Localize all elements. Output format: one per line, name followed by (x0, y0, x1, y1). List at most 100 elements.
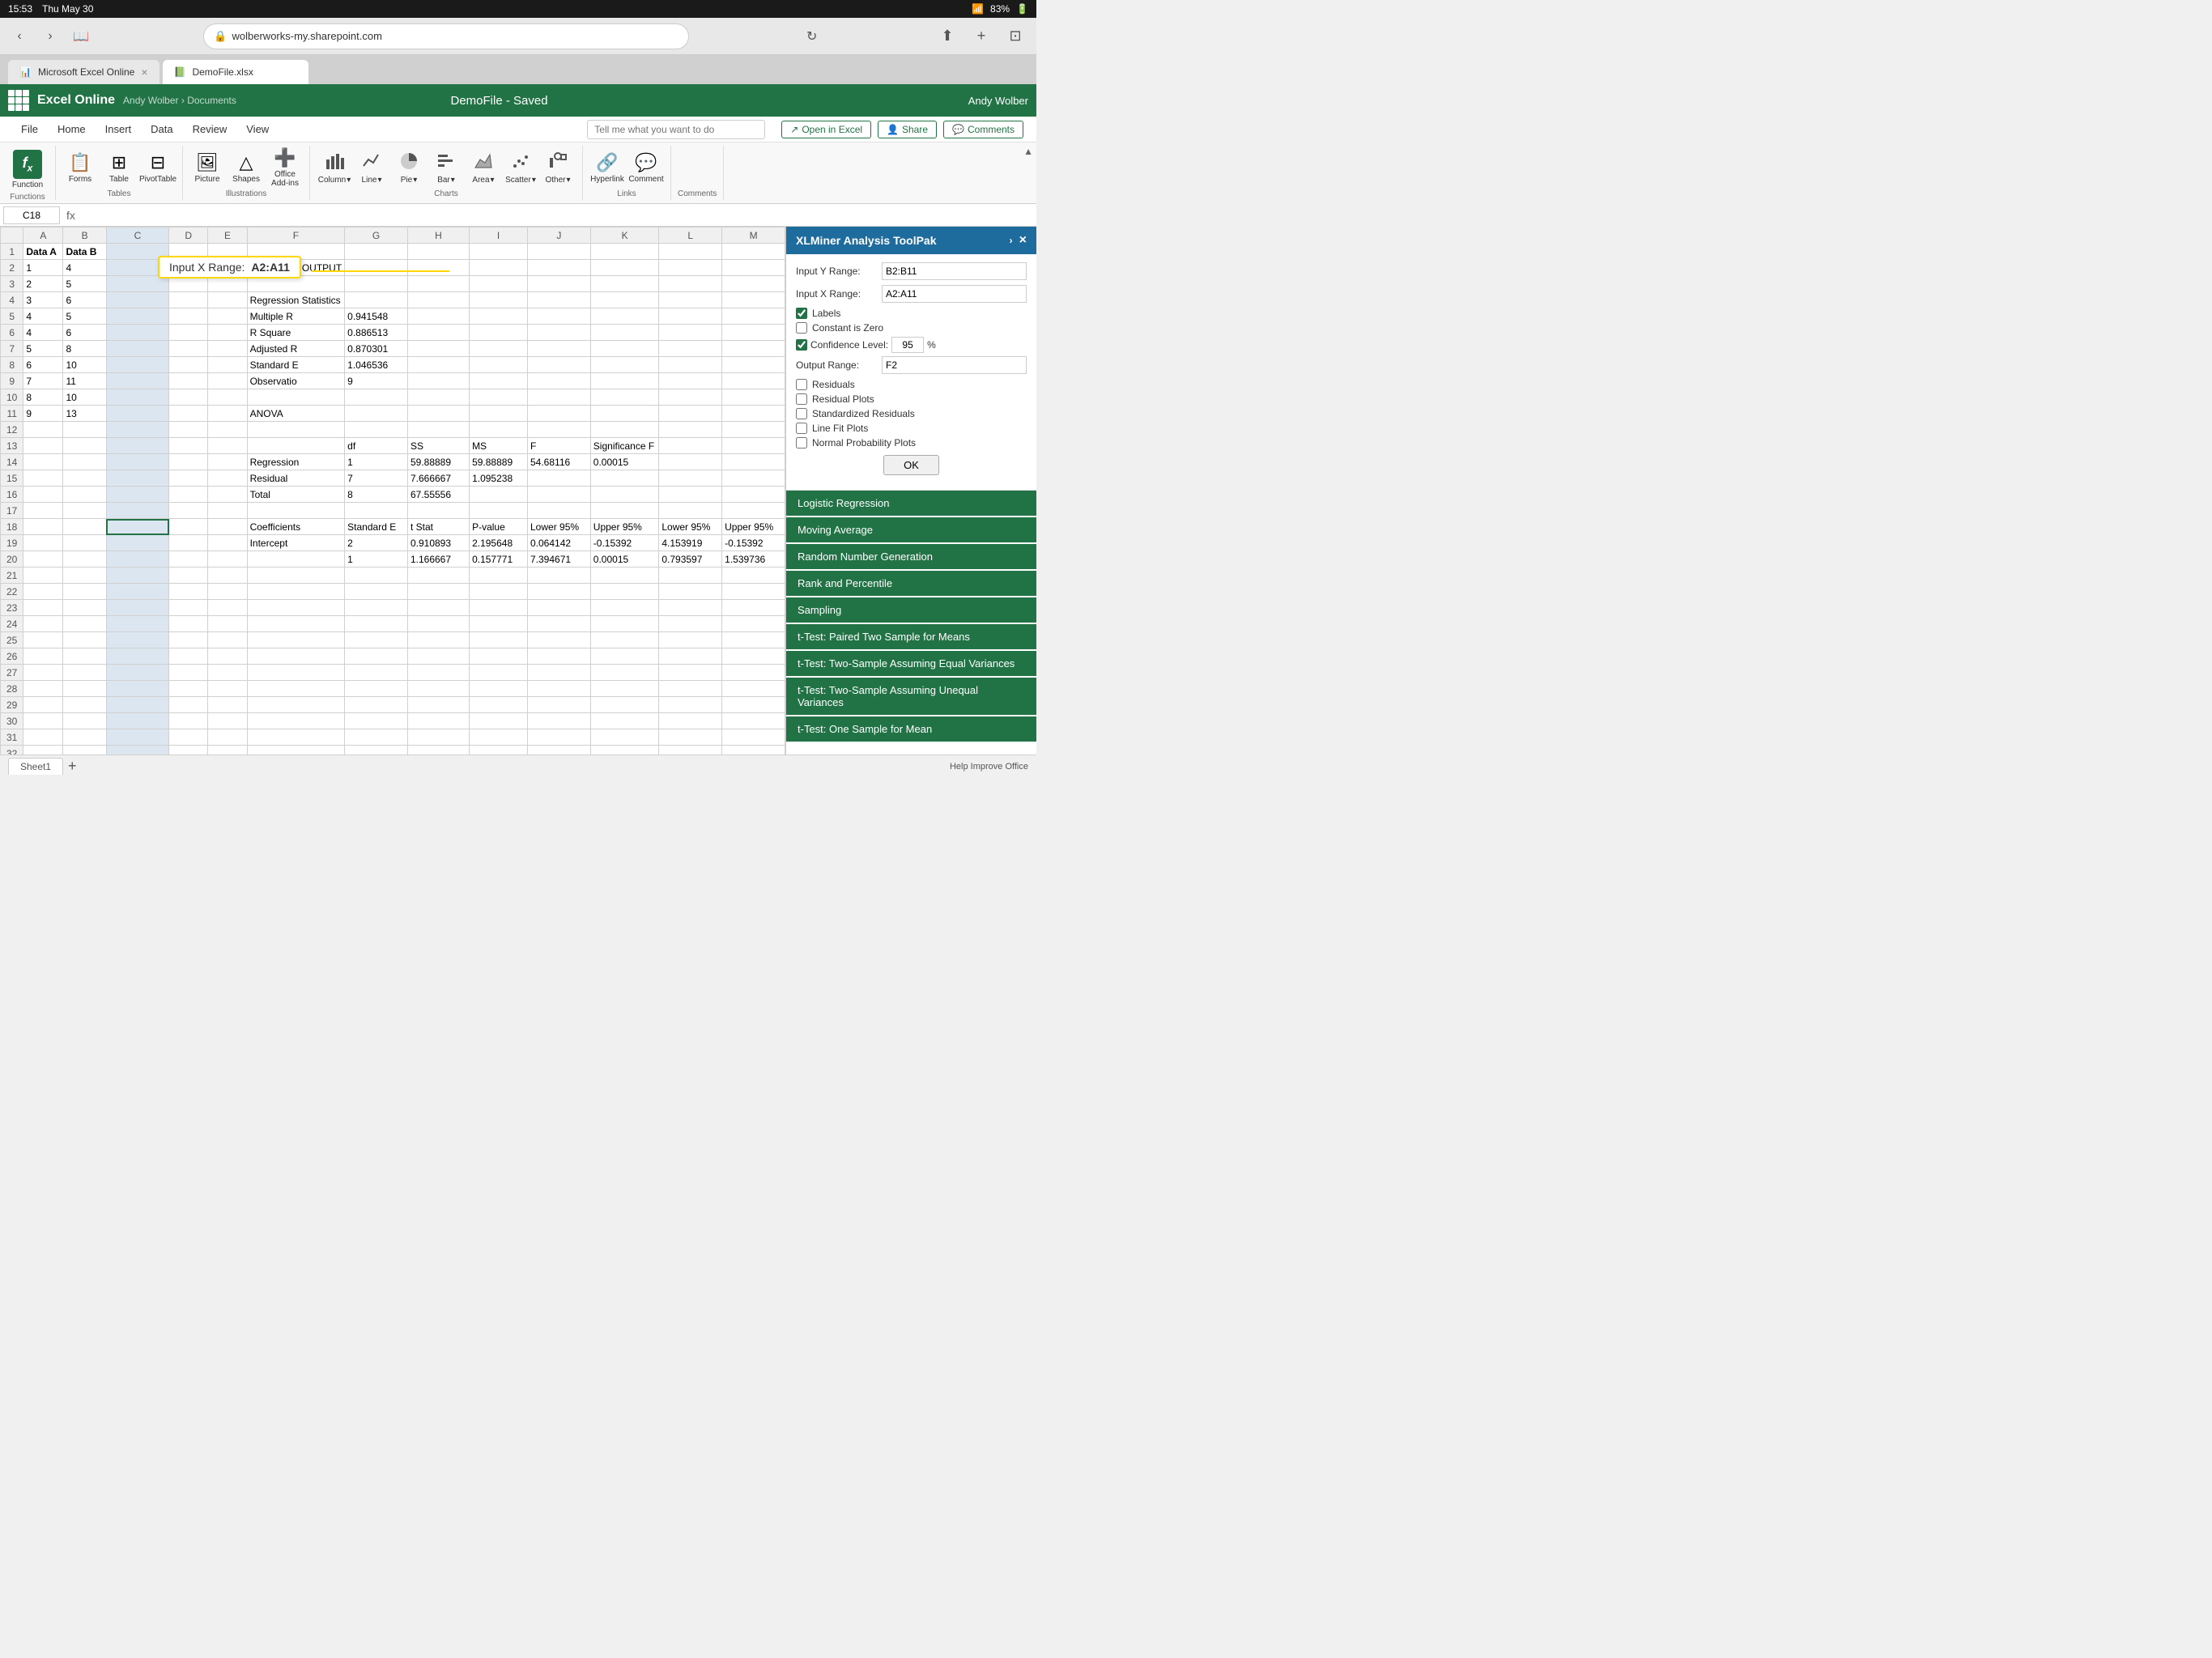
cell-r23-c10[interactable] (528, 600, 591, 616)
cell-r12-c13[interactable] (722, 422, 785, 438)
cell-r9-c8[interactable] (407, 373, 469, 389)
cell-r20-c10[interactable]: 7.394671 (528, 551, 591, 568)
col-header-h[interactable]: H (407, 227, 469, 244)
cell-r7-c6[interactable]: Adjusted R (247, 341, 345, 357)
cell-r9-c1[interactable]: 7 (23, 373, 63, 389)
cell-r24-c1[interactable] (23, 616, 63, 632)
cell-r29-c3[interactable] (106, 697, 168, 713)
cell-r14-c11[interactable]: 0.00015 (590, 454, 659, 470)
cell-r26-c7[interactable] (345, 648, 408, 665)
cell-r30-c13[interactable] (722, 713, 785, 729)
column-chart-button[interactable]: Column▾ (317, 147, 352, 189)
cell-r10-c12[interactable] (659, 389, 722, 406)
cell-r7-c2[interactable]: 8 (63, 341, 106, 357)
cell-r29-c8[interactable] (407, 697, 469, 713)
cell-r10-c3[interactable] (106, 389, 168, 406)
cell-r8-c7[interactable]: 1.046536 (345, 357, 408, 373)
col-header-g[interactable]: G (345, 227, 408, 244)
normal-probability-checkbox[interactable] (796, 437, 807, 449)
cell-r32-c9[interactable] (470, 746, 528, 755)
cell-r12-c7[interactable] (345, 422, 408, 438)
sheet1-tab[interactable]: Sheet1 (8, 758, 63, 775)
cell-r13-c7[interactable]: df (345, 438, 408, 454)
bookmark-button[interactable]: 📖 (70, 25, 92, 48)
cell-r26-c1[interactable] (23, 648, 63, 665)
cell-r3-c9[interactable] (470, 276, 528, 292)
cell-r17-c9[interactable] (470, 503, 528, 519)
cell-r21-c11[interactable] (590, 568, 659, 584)
input-y-field[interactable] (882, 262, 1027, 280)
cell-r32-c8[interactable] (407, 746, 469, 755)
cell-r19-c9[interactable]: 2.195648 (470, 535, 528, 551)
cell-r26-c6[interactable] (247, 648, 345, 665)
cell-r31-c7[interactable] (345, 729, 408, 746)
cell-r4-c6[interactable]: Regression Statistics (247, 292, 345, 308)
cell-r9-c10[interactable] (528, 373, 591, 389)
cell-r32-c6[interactable] (247, 746, 345, 755)
cell-r13-c11[interactable]: Significance F (590, 438, 659, 454)
cell-r14-c9[interactable]: 59.88889 (470, 454, 528, 470)
cell-r15-c13[interactable] (722, 470, 785, 487)
cell-r17-c1[interactable] (23, 503, 63, 519)
cell-r17-c11[interactable] (590, 503, 659, 519)
cell-r26-c4[interactable] (169, 648, 208, 665)
col-header-f[interactable]: F (247, 227, 345, 244)
cell-r10-c5[interactable] (208, 389, 247, 406)
rank-and-percentile-btn[interactable]: Rank and Percentile (786, 571, 1036, 596)
cell-r32-c3[interactable] (106, 746, 168, 755)
cell-r12-c11[interactable] (590, 422, 659, 438)
cell-r14-c10[interactable]: 54.68116 (528, 454, 591, 470)
cell-r26-c8[interactable] (407, 648, 469, 665)
cell-r15-c10[interactable] (528, 470, 591, 487)
col-header-k[interactable]: K (590, 227, 659, 244)
cell-r19-c12[interactable]: 4.153919 (659, 535, 722, 551)
cell-r18-c7[interactable]: Standard E (345, 519, 408, 535)
cell-r26-c12[interactable] (659, 648, 722, 665)
cell-r14-c12[interactable] (659, 454, 722, 470)
cell-r3-c2[interactable]: 5 (63, 276, 106, 292)
shapes-button[interactable]: △ Shapes (228, 147, 264, 189)
cell-r15-c5[interactable] (208, 470, 247, 487)
cell-r11-c5[interactable] (208, 406, 247, 422)
cell-r29-c5[interactable] (208, 697, 247, 713)
menu-file[interactable]: File (13, 120, 46, 138)
cell-reference-box[interactable] (3, 206, 60, 224)
address-bar[interactable]: 🔒 wolberworks-my.sharepoint.com (203, 23, 689, 49)
cell-r11-c12[interactable] (659, 406, 722, 422)
cell-r7-c4[interactable] (169, 341, 208, 357)
cell-r8-c8[interactable] (407, 357, 469, 373)
col-header-j[interactable]: J (528, 227, 591, 244)
cell-r25-c5[interactable] (208, 632, 247, 648)
area-chart-button[interactable]: Area▾ (466, 147, 501, 189)
cell-r23-c2[interactable] (63, 600, 106, 616)
cell-r7-c9[interactable] (470, 341, 528, 357)
cell-r14-c2[interactable] (63, 454, 106, 470)
cell-r8-c6[interactable]: Standard E (247, 357, 345, 373)
cell-r24-c5[interactable] (208, 616, 247, 632)
menu-review[interactable]: Review (185, 120, 236, 138)
cell-r23-c5[interactable] (208, 600, 247, 616)
cell-r6-c6[interactable]: R Square (247, 325, 345, 341)
cell-r8-c13[interactable] (722, 357, 785, 373)
cell-r20-c3[interactable] (106, 551, 168, 568)
cell-r29-c9[interactable] (470, 697, 528, 713)
cell-r24-c7[interactable] (345, 616, 408, 632)
cell-r14-c4[interactable] (169, 454, 208, 470)
menu-view[interactable]: View (238, 120, 277, 138)
new-tab-button[interactable]: + (968, 23, 994, 49)
cell-r27-c8[interactable] (407, 665, 469, 681)
line-fit-plots-checkbox[interactable] (796, 423, 807, 434)
col-header-c[interactable]: C (106, 227, 168, 244)
cell-r25-c10[interactable] (528, 632, 591, 648)
cell-r21-c13[interactable] (722, 568, 785, 584)
cell-r24-c8[interactable] (407, 616, 469, 632)
cell-r23-c3[interactable] (106, 600, 168, 616)
cell-r19-c4[interactable] (169, 535, 208, 551)
search-input[interactable] (587, 120, 765, 139)
cell-r4-c11[interactable] (590, 292, 659, 308)
cell-r27-c6[interactable] (247, 665, 345, 681)
cell-r21-c6[interactable] (247, 568, 345, 584)
cell-r31-c3[interactable] (106, 729, 168, 746)
cell-r20-c4[interactable] (169, 551, 208, 568)
cell-r28-c7[interactable] (345, 681, 408, 697)
